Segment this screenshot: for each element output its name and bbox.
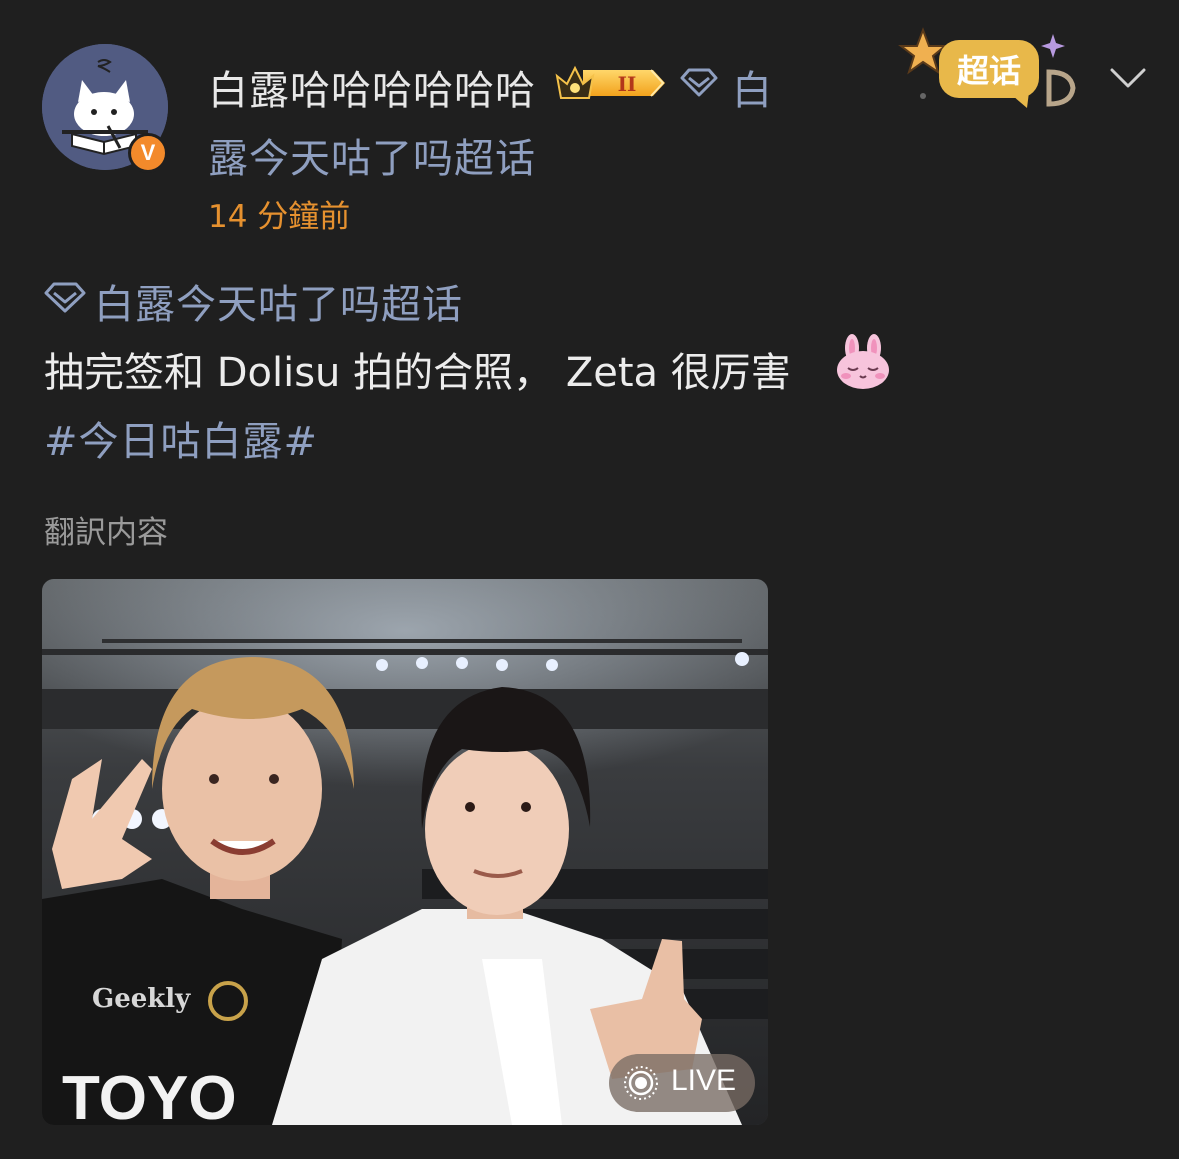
diamond-icon bbox=[680, 68, 718, 97]
crown-level-badge[interactable]: II bbox=[553, 62, 667, 104]
supertopic-link-line1[interactable]: 白 bbox=[732, 58, 772, 116]
chevron-down-icon[interactable] bbox=[1106, 58, 1150, 98]
topic-label: 白露今天咕了吗超话 bbox=[94, 282, 463, 328]
sticker-label: 超话 bbox=[957, 52, 1021, 90]
supertopic-sticker[interactable]: 超话 bbox=[893, 26, 1083, 112]
diamond-icon bbox=[44, 282, 86, 313]
bunny-emoji-icon bbox=[837, 334, 889, 389]
selfie-image: Geekly TOYO bbox=[42, 579, 768, 1125]
jersey-sponsor-text: TOYO bbox=[62, 1064, 237, 1125]
verified-badge: V bbox=[128, 133, 168, 173]
live-photo-icon bbox=[624, 1066, 658, 1100]
author-name[interactable]: 白露哈哈哈哈哈哈 bbox=[208, 58, 536, 116]
supertopic-link-line2[interactable]: 露今天咕了吗超话 bbox=[208, 126, 536, 184]
translate-button[interactable]: 翻訳内容 bbox=[44, 507, 168, 552]
live-label: LIVE bbox=[671, 1064, 737, 1097]
post-photo[interactable]: Geekly TOYO bbox=[42, 579, 768, 1125]
hashtag-link[interactable]: #今日咕白露# bbox=[44, 409, 318, 467]
post-body-text: 抽完签和 Dolisu 拍的合照， Zeta 很厉害 bbox=[44, 350, 791, 396]
jersey-sponsor-text: Geekly bbox=[92, 984, 191, 1014]
post-timestamp: 14 分鐘前 bbox=[208, 199, 351, 235]
crown-level-text: II bbox=[618, 72, 637, 96]
live-photo-badge[interactable]: LIVE bbox=[609, 1054, 755, 1112]
weibo-post: V 白露哈哈哈哈哈哈 II 白 露今天咕了吗超话 14 分鐘前 超话 白露今天咕… bbox=[0, 0, 1179, 1159]
